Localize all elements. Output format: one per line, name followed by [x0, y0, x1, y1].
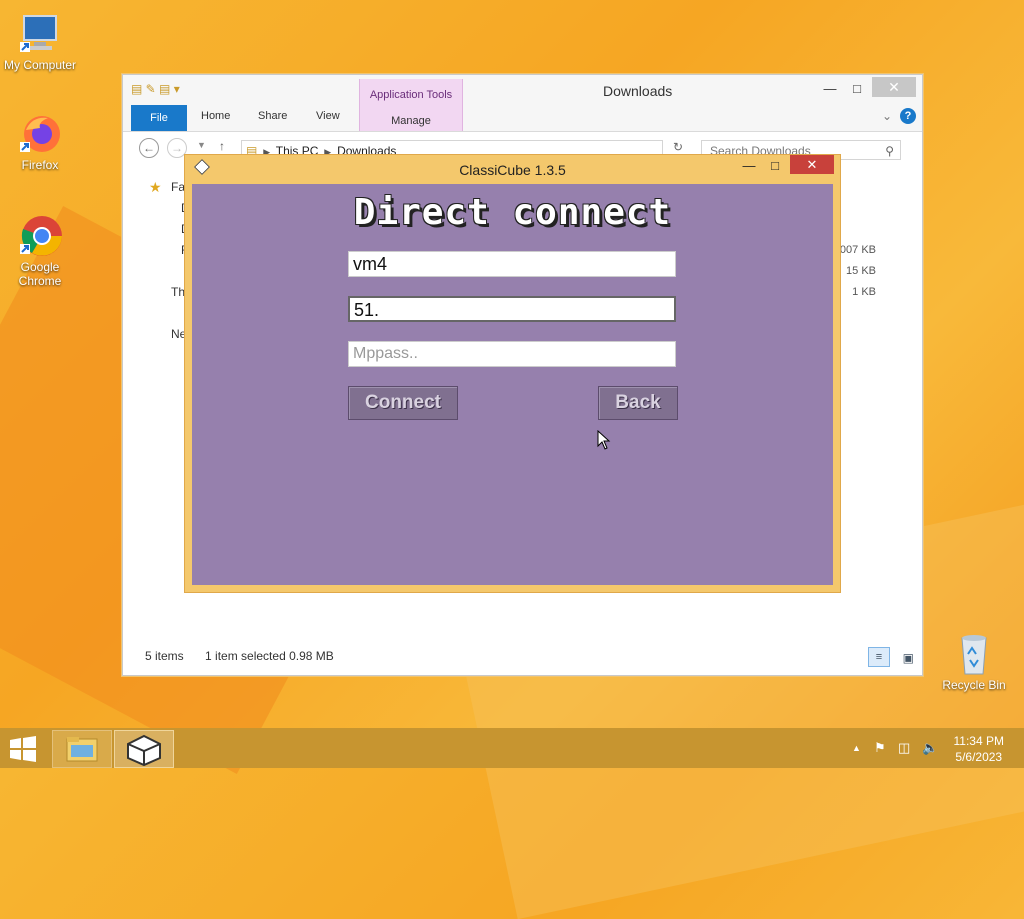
chrome-icon: [18, 214, 62, 258]
file-size: 1 KB: [852, 286, 876, 298]
taskbar: ▲ ⚑ ◫ 🔈 11:34 PM 5/6/2023: [0, 728, 1024, 768]
desktop-icon-my-computer[interactable]: My Computer: [0, 12, 80, 72]
nav-item-favorites[interactable]: Fa: [171, 180, 185, 194]
up-arrow-icon[interactable]: ↑: [219, 139, 225, 153]
file-size: 15 KB: [846, 265, 876, 277]
classicube-canvas: Direct connect vm4 51. Mppass.. Connect …: [192, 184, 833, 585]
file-explorer-icon: [66, 737, 98, 762]
tab-manage[interactable]: Manage: [360, 115, 462, 127]
desktop-icon-chrome[interactable]: Google Chrome: [0, 214, 80, 288]
mouse-cursor-icon: [597, 430, 611, 450]
recycle-bin-icon: [952, 632, 996, 676]
classicube-window: ClassiCube 1.3.5 — □ ✕ Direct connect vm…: [184, 154, 841, 593]
taskbar-file-explorer[interactable]: [52, 730, 112, 768]
desktop-icon-label: Recycle Bin: [942, 678, 1006, 692]
star-icon: ★: [149, 179, 162, 195]
connect-button[interactable]: Connect: [348, 386, 458, 420]
help-icon[interactable]: ?: [900, 108, 916, 124]
ip-address-field[interactable]: 51.: [348, 296, 676, 322]
clock-time: 11:34 PM: [953, 734, 1004, 748]
tab-share[interactable]: Share: [258, 110, 287, 122]
back-button[interactable]: Back: [598, 386, 678, 420]
show-hidden-icons-icon[interactable]: ▲: [852, 743, 861, 753]
details-view-icon[interactable]: ≡: [868, 647, 890, 667]
status-selection: 1 item selected 0.98 MB: [205, 649, 334, 663]
action-center-flag-icon[interactable]: ⚑: [874, 740, 886, 756]
application-tools-label: Application Tools: [369, 89, 453, 101]
close-button[interactable]: ✕: [872, 77, 916, 97]
explorer-titlebar: ▤ ✎ ▤ ▾ Downloads — □ ✕: [123, 75, 922, 105]
ribbon-tabs: File Home Share View Application Tools M…: [123, 79, 922, 132]
taskbar-classicube[interactable]: [114, 730, 174, 768]
volume-muted-icon[interactable]: 🔈: [922, 740, 938, 756]
back-arrow-icon[interactable]: ←: [139, 138, 159, 158]
file-size: 007 KB: [839, 244, 876, 256]
computer-icon: [18, 12, 62, 56]
maximize-button[interactable]: □: [844, 79, 870, 99]
status-bar: 5 items 1 item selected 0.98 MB: [145, 649, 334, 663]
tab-home[interactable]: Home: [201, 110, 230, 122]
classicube-icon: [127, 734, 161, 767]
explorer-title: Downloads: [603, 83, 673, 99]
tab-file[interactable]: File: [131, 105, 187, 131]
network-icon[interactable]: ◫: [898, 740, 910, 756]
classicube-titlebar: ClassiCube 1.3.5 — □ ✕: [185, 155, 840, 183]
firefox-icon: [18, 112, 62, 156]
application-tools-context: Application Tools Manage: [359, 79, 463, 131]
desktop-icon-label: My Computer: [3, 58, 77, 72]
chevron-down-icon[interactable]: ⌄: [882, 109, 892, 123]
username-field[interactable]: vm4: [348, 251, 676, 277]
mppass-field[interactable]: Mppass..: [348, 341, 676, 367]
clock[interactable]: 11:34 PM 5/6/2023: [954, 733, 1004, 765]
refresh-icon[interactable]: ↻: [673, 140, 683, 154]
close-button[interactable]: ✕: [790, 155, 834, 174]
search-icon: ⚲: [885, 144, 894, 158]
desktop-icon-recycle-bin[interactable]: Recycle Bin: [934, 632, 1014, 692]
tab-view[interactable]: View: [316, 110, 340, 122]
minimize-button[interactable]: —: [817, 79, 843, 99]
desktop-icon-label: Firefox: [21, 158, 59, 172]
maximize-button[interactable]: □: [763, 157, 787, 175]
nav-item-this-pc[interactable]: Th: [171, 285, 185, 299]
clock-date: 5/6/2023: [955, 750, 1003, 764]
status-item-count: 5 items: [145, 649, 184, 663]
desktop-icon-label: Google Chrome: [18, 260, 62, 288]
large-icons-view-icon[interactable]: ▣: [903, 651, 914, 665]
windows-start-icon[interactable]: [8, 736, 38, 762]
recent-locations-icon[interactable]: ▼: [197, 140, 206, 150]
quick-access-toolbar-icons[interactable]: ▤ ✎ ▤ ▾: [131, 82, 180, 96]
minimize-button[interactable]: —: [737, 157, 761, 175]
page-title: Direct connect: [353, 192, 672, 233]
desktop-icon-firefox[interactable]: Firefox: [0, 112, 80, 172]
